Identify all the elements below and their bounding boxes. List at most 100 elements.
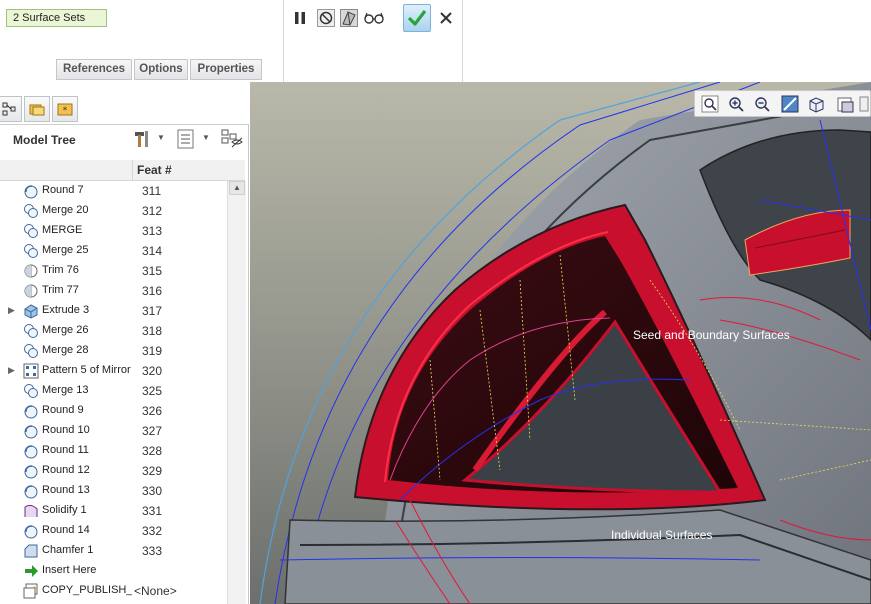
column-feat-number[interactable]: Feat #: [137, 163, 172, 177]
seed-boundary-label: Seed and Boundary Surfaces: [633, 328, 790, 342]
tree-row[interactable]: ▶ Pattern 5 of Mirror 320: [0, 361, 227, 381]
tree-row[interactable]: MERGE 313: [0, 221, 227, 241]
tree-row-feat-number: 315: [142, 264, 163, 278]
tree-row[interactable]: Round 11 328: [0, 441, 227, 461]
tree-row[interactable]: Round 14 332: [0, 521, 227, 541]
tree-row[interactable]: ▶ Extrude 3 317: [0, 301, 227, 321]
more-tools-icon[interactable]: [859, 95, 869, 113]
tab-options[interactable]: Options: [134, 59, 188, 80]
trim-icon: [23, 283, 39, 299]
refit-zoom-icon[interactable]: [701, 95, 719, 113]
tree-row[interactable]: Chamfer 1 333: [0, 541, 227, 561]
round-icon: [23, 523, 39, 539]
tree-row[interactable]: Merge 26 318: [0, 321, 227, 341]
zoom-in-icon[interactable]: [727, 95, 745, 113]
toolbar-divider: [283, 0, 284, 82]
preview-icon[interactable]: [339, 8, 359, 28]
model-tree-tab-icon[interactable]: [0, 96, 22, 122]
tree-row-feat-number: 325: [142, 384, 163, 398]
copy-publish-icon: *: [23, 583, 39, 599]
settings-hammer-icon[interactable]: [132, 129, 152, 149]
model-tree-list: Round 7 311 Merge 20 312 MERGE 313 Merge 25 314…: [0, 181, 227, 601]
show-list-icon[interactable]: [177, 129, 197, 149]
surface-sets-collector[interactable]: 2 Surface Sets: [6, 9, 107, 27]
filter-hide-icon[interactable]: [221, 129, 243, 149]
column-divider[interactable]: [132, 160, 133, 180]
checkmark-icon[interactable]: [403, 4, 431, 32]
feature-dashboard: 2 Surface Sets References Options Proper…: [0, 0, 871, 82]
tree-row-name: Round 7: [42, 184, 84, 196]
tree-row-name: Merge 26: [42, 324, 89, 336]
saved-orientation-icon[interactable]: [807, 95, 825, 113]
tree-row-feat-number: 329: [142, 464, 163, 478]
navigator-tabs: *: [0, 82, 249, 125]
round-icon: [23, 183, 39, 199]
zoom-out-icon[interactable]: [753, 95, 771, 113]
tab-references[interactable]: References: [56, 59, 132, 80]
glasses-icon[interactable]: [364, 8, 384, 28]
chevron-down-icon[interactable]: ▼: [202, 133, 212, 143]
tree-row[interactable]: Round 9 326: [0, 401, 227, 421]
graphics-viewport[interactable]: Seed and Boundary Surfaces Individual Su…: [250, 82, 871, 604]
merge-icon: [23, 223, 39, 239]
tree-row[interactable]: Merge 28 319: [0, 341, 227, 361]
tree-row[interactable]: Round 12 329: [0, 461, 227, 481]
close-icon[interactable]: [436, 8, 456, 28]
tree-row[interactable]: Merge 25 314: [0, 241, 227, 261]
tree-row[interactable]: Merge 20 312: [0, 201, 227, 221]
round-icon: [23, 463, 39, 479]
tree-row-name: MERGE: [42, 224, 83, 236]
tab-properties[interactable]: Properties: [190, 59, 262, 80]
tree-row[interactable]: Round 10 327: [0, 421, 227, 441]
tree-row[interactable]: Trim 77 316: [0, 281, 227, 301]
merge-icon: [23, 323, 39, 339]
tree-row-name: Chamfer 1: [42, 544, 94, 556]
no-preview-icon[interactable]: [316, 8, 336, 28]
expand-arrow-icon[interactable]: ▶: [8, 365, 16, 377]
tree-row[interactable]: Solidify 1 331: [0, 501, 227, 521]
tree-row-name: Round 13: [42, 484, 90, 496]
chamfer-icon: [23, 543, 39, 559]
scroll-up-arrow-icon[interactable]: ▲: [229, 181, 245, 195]
tree-row-name: Merge 28: [42, 344, 89, 356]
tree-row-name: Merge 25: [42, 244, 89, 256]
favorites-tab-icon[interactable]: *: [52, 96, 78, 122]
view-toolbar: [694, 90, 871, 117]
merge-icon: [23, 343, 39, 359]
tree-row-name: Round 9: [42, 404, 84, 416]
tree-row[interactable]: Insert Here: [0, 561, 227, 581]
tree-scrollbar[interactable]: ▲: [227, 181, 246, 604]
tree-row-feat-number: 318: [142, 324, 163, 338]
tree-row-name: Pattern 5 of Mirror: [42, 364, 131, 376]
round-icon: [23, 483, 39, 499]
tree-row[interactable]: Round 7 311: [0, 181, 227, 201]
pause-icon[interactable]: [290, 8, 310, 28]
tree-row-name: Merge 13: [42, 384, 89, 396]
display-style-icon[interactable]: [837, 95, 855, 113]
folder-browser-tab-icon[interactable]: [24, 96, 50, 122]
tree-row[interactable]: Merge 13 325: [0, 381, 227, 401]
repaint-icon[interactable]: [781, 95, 799, 113]
expand-arrow-icon[interactable]: ▶: [8, 305, 16, 317]
tree-row-name: Round 14: [42, 524, 90, 536]
chevron-down-icon[interactable]: ▼: [157, 133, 167, 143]
tree-row-feat-number: 333: [142, 544, 163, 558]
tree-row[interactable]: Trim 76 315: [0, 261, 227, 281]
merge-icon: [23, 203, 39, 219]
tree-row-feat-number: 332: [142, 524, 163, 538]
tree-row[interactable]: * COPY_PUBLISH_ <None>: [0, 581, 227, 601]
tree-row[interactable]: Round 13 330: [0, 481, 227, 501]
tree-row-feat-number: 314: [142, 244, 163, 258]
tree-row-name: Merge 20: [42, 204, 89, 216]
trim-icon: [23, 263, 39, 279]
